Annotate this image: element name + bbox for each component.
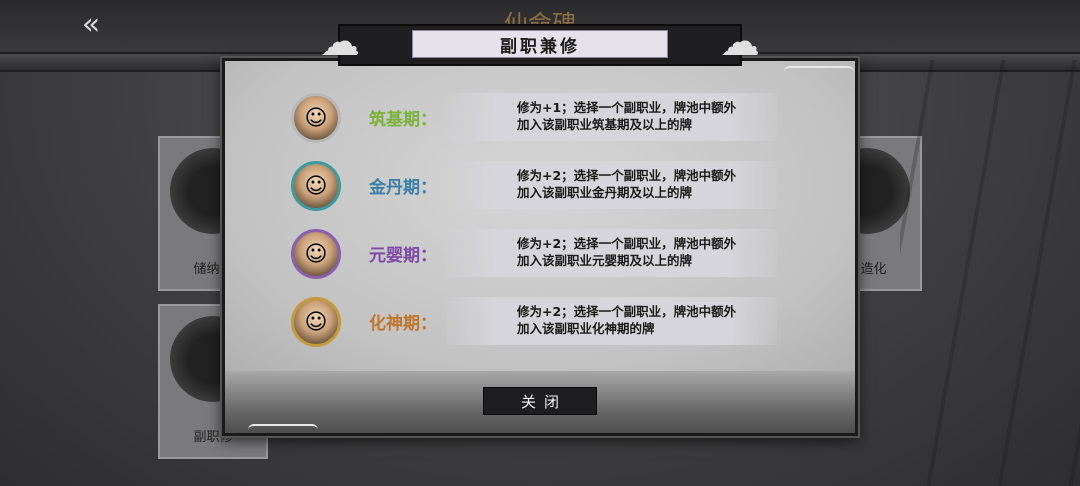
stage-label: 元婴期： (369, 246, 437, 266)
cloud-ornament-icon: ☁ (720, 19, 760, 65)
double-arrow-left-icon: « (81, 6, 101, 42)
dialog-title: 副职兼修 (412, 30, 668, 58)
stage-row: ☺ 筑基期： 修为+1；选择一个副职业，牌池中额外加入该副职业筑基期及以上的牌 (225, 93, 855, 149)
bamboo-decoration (900, 60, 1080, 486)
stage-label: 化神期： (369, 314, 437, 334)
character-avatar-icon: ☺ (291, 297, 341, 347)
stage-row: ☺ 化神期： 修为+2；选择一个副职业，牌池中额外加入该副职业化神期的牌 (225, 297, 855, 353)
close-button[interactable]: 关闭 (483, 387, 597, 415)
stage-description: 修为+2；选择一个副职业，牌池中额外加入该副职业元婴期及以上的牌 (517, 236, 737, 268)
back-button[interactable]: « (66, 6, 116, 42)
stage-row: ☺ 金丹期： 修为+2；选择一个副职业，牌池中额外加入该副职业金丹期及以上的牌 (225, 161, 855, 217)
flourish (784, 66, 854, 78)
dialog-body: ☺ 筑基期： 修为+1；选择一个副职业，牌池中额外加入该副职业筑基期及以上的牌 ☺ 金丹… (225, 61, 855, 371)
cloud-ornament-icon: ☁ (320, 19, 360, 65)
stage-label: 筑基期： (369, 110, 437, 130)
flourish (248, 424, 318, 436)
dialog: ☺ 筑基期： 修为+1；选择一个副职业，牌池中额外加入该副职业筑基期及以上的牌 ☺ 金丹… (222, 58, 858, 436)
stage-description: 修为+2；选择一个副职业，牌池中额外加入该副职业金丹期及以上的牌 (517, 168, 737, 200)
stage-description: 修为+2；选择一个副职业，牌池中额外加入该副职业化神期的牌 (517, 304, 737, 336)
character-avatar-icon: ☺ (291, 229, 341, 279)
stage-row: ☺ 元婴期： 修为+2；选择一个副职业，牌池中额外加入该副职业元婴期及以上的牌 (225, 229, 855, 285)
character-avatar-icon: ☺ (291, 93, 341, 143)
stage-description: 修为+1；选择一个副职业，牌池中额外加入该副职业筑基期及以上的牌 (517, 100, 737, 132)
character-avatar-icon: ☺ (291, 161, 341, 211)
stage-label: 金丹期： (369, 178, 437, 198)
close-button-label: 关闭 (520, 392, 567, 411)
